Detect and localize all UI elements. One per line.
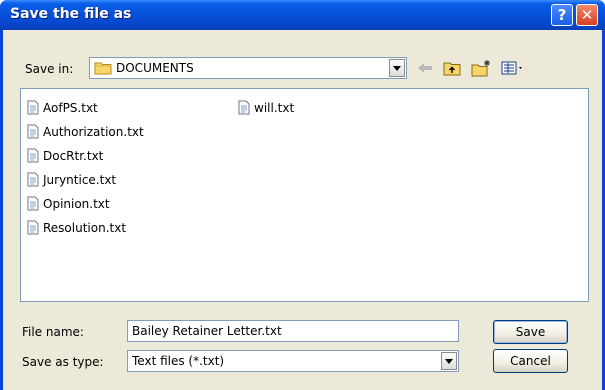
chevron-down-icon[interactable] — [389, 59, 405, 77]
file-item-aofps[interactable]: AofPS.txt — [27, 99, 98, 116]
back-arrow-icon[interactable] — [415, 59, 435, 77]
create-new-folder-icon[interactable] — [470, 59, 492, 77]
file-item-resolution[interactable]: Resolution.txt — [27, 219, 126, 236]
text-file-icon — [27, 172, 39, 187]
text-file-icon — [27, 196, 39, 211]
text-file-icon — [27, 148, 39, 163]
dialog-body: Save in: DOCUMENTS AofPS.txt Authorizati… — [3, 30, 602, 390]
file-item-will[interactable]: will.txt — [238, 99, 294, 116]
file-name: Opinion.txt — [43, 196, 110, 211]
file-name: will.txt — [254, 100, 295, 115]
file-item-juryntice[interactable]: Juryntice.txt — [27, 171, 116, 188]
save-as-type-dropdown[interactable]: Text files (*.txt) — [127, 350, 459, 372]
save-in-value: DOCUMENTS — [116, 61, 194, 75]
save-in-dropdown[interactable]: DOCUMENTS — [89, 57, 407, 79]
close-button[interactable]: ✕ — [576, 4, 598, 26]
text-file-icon — [238, 100, 250, 115]
text-file-icon — [27, 124, 39, 139]
file-name: Resolution.txt — [43, 220, 127, 235]
file-name: AofPS.txt — [43, 100, 98, 115]
help-button[interactable]: ? — [551, 4, 573, 26]
views-menu-icon[interactable] — [500, 59, 526, 77]
file-name: Juryntice.txt — [43, 172, 117, 187]
text-file-icon — [27, 100, 39, 115]
chevron-down-icon[interactable] — [441, 352, 457, 370]
save-in-label: Save in: — [25, 62, 74, 76]
save-dialog-window: Save the file as ? ✕ Save in: DOCUMENTS — [0, 0, 605, 390]
file-name: DocRtr.txt — [43, 148, 104, 163]
save-as-type-label: Save as type: — [22, 355, 104, 369]
file-name-label: File name: — [22, 325, 84, 339]
file-item-docrtr[interactable]: DocRtr.txt — [27, 147, 103, 164]
save-as-type-value: Text files (*.txt) — [132, 354, 225, 368]
save-button[interactable]: Save — [493, 320, 568, 344]
text-file-icon — [27, 220, 39, 235]
up-one-level-icon[interactable] — [442, 59, 462, 77]
file-list[interactable]: AofPS.txt Authorization.txt DocRtr.txt J… — [20, 88, 589, 302]
cancel-button[interactable]: Cancel — [493, 349, 568, 373]
file-name: Authorization.txt — [43, 124, 144, 139]
title-bar[interactable]: Save the file as ? ✕ — [0, 0, 605, 30]
file-item-opinion[interactable]: Opinion.txt — [27, 195, 110, 212]
file-name-input[interactable]: Bailey Retainer Letter.txt — [127, 320, 459, 342]
window-title: Save the file as — [10, 6, 132, 22]
folder-icon — [94, 62, 112, 75]
file-item-authorization[interactable]: Authorization.txt — [27, 123, 144, 140]
